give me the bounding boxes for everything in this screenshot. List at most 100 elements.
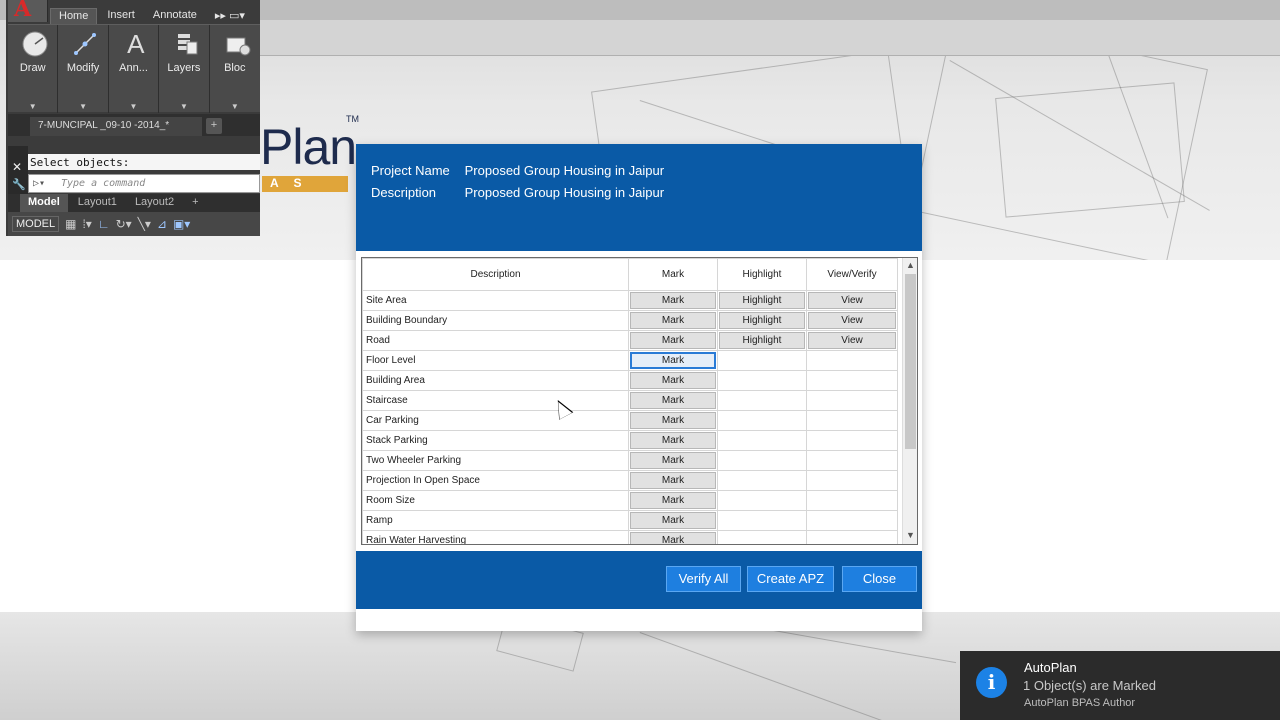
table-row: Room Size Mark (362, 490, 898, 511)
document-tab[interactable]: 7-MUNCIPAL _09-10 -2014_* (30, 117, 202, 136)
view-cell (806, 430, 898, 451)
command-input[interactable]: ▷▾ Type a command (28, 174, 260, 193)
tab-layout2[interactable]: Layout2 (127, 194, 182, 212)
ribbon-layers[interactable]: Layers ▼ (159, 25, 210, 113)
selection-cycling-icon[interactable]: ▣▾ (173, 217, 190, 231)
mark-cell: Mark (628, 490, 718, 511)
toast-notification[interactable]: i AutoPlan 1 Object(s) are Marked AutoPl… (960, 651, 1280, 720)
ribbon-modify-label: Modify (66, 62, 100, 74)
create-apz-button[interactable]: Create APZ (747, 566, 834, 592)
autocad-app-button[interactable]: A (8, 0, 48, 22)
status-bar: MODEL ▦ ⁞▾ ∟ ↻▾ ╲▾ ⊿ ▣▾ (8, 212, 260, 236)
highlight-button[interactable]: Highlight (719, 332, 805, 349)
tab-home[interactable]: Home (50, 8, 98, 24)
draw-icon (20, 29, 50, 59)
table-row: Car Parking Mark (362, 410, 898, 431)
mark-button[interactable]: Mark (630, 352, 716, 369)
mark-button[interactable]: Mark (630, 392, 716, 409)
view-cell: View (806, 310, 898, 331)
model-space-button[interactable]: MODEL (12, 216, 60, 232)
mark-button[interactable]: Mark (630, 372, 716, 389)
table-row: Site Area Mark Highlight View (362, 290, 898, 311)
mark-button[interactable]: Mark (630, 472, 716, 489)
scrollbar-thumb[interactable] (905, 274, 916, 449)
add-layout-icon[interactable]: + (184, 194, 206, 212)
ribbon-annotation-label: Ann... (119, 62, 148, 74)
view-button[interactable]: View (808, 332, 896, 349)
mark-button[interactable]: Mark (630, 412, 716, 429)
autoplan-logo-text: Plan (260, 119, 357, 175)
close-button[interactable]: Close (842, 566, 917, 592)
ribbon-draw[interactable]: Draw ▼ (8, 25, 59, 113)
chevron-down-icon[interactable]: ▼ (8, 102, 57, 111)
table-row: Building Boundary Mark Highlight View (362, 310, 898, 331)
osnap-icon[interactable]: ╲▾ (138, 217, 151, 231)
ribbon-annotation[interactable]: A Ann... ▼ (109, 25, 160, 113)
tab-layout1[interactable]: Layout1 (70, 194, 125, 212)
highlight-cell (717, 350, 807, 371)
scroll-up-icon[interactable]: ▲ (906, 260, 915, 270)
info-icon: i (976, 667, 1007, 698)
layout-tabs: Model Layout1 Layout2 + (8, 194, 260, 212)
ribbon-tabs: Home Insert Annotate ▸▸ ▭▾ (50, 8, 253, 24)
ribbon-layers-label: Layers (167, 62, 201, 74)
table-row: Rain Water Harvesting Mark (362, 530, 898, 544)
wrench-icon[interactable]: 🔧 (12, 178, 26, 191)
row-description: Room Size (362, 490, 629, 511)
mark-button[interactable]: Mark (630, 432, 716, 449)
chevron-down-icon[interactable]: ▼ (210, 102, 260, 111)
mark-button[interactable]: Mark (630, 452, 716, 469)
ribbon-modify[interactable]: Modify ▼ (58, 25, 109, 113)
mark-cell: Mark (628, 430, 718, 451)
mark-cell: Mark (628, 410, 718, 431)
close-icon[interactable]: ✕ (12, 160, 22, 174)
row-description: Projection In Open Space (362, 470, 629, 491)
mark-button[interactable]: Mark (630, 492, 716, 509)
highlight-button[interactable]: Highlight (719, 312, 805, 329)
view-button[interactable]: View (808, 312, 896, 329)
command-prompt-icon[interactable]: ▷▾ (33, 178, 45, 189)
row-description: Site Area (362, 290, 629, 311)
ortho-icon[interactable]: ∟ (98, 217, 110, 231)
grid-icon[interactable]: ▦ (65, 217, 76, 231)
more-tabs-icon[interactable]: ▸▸ ▭▾ (207, 8, 253, 24)
mark-button[interactable]: Mark (630, 532, 716, 544)
row-description: Car Parking (362, 410, 629, 431)
vertical-scrollbar[interactable]: ▲ ▼ (902, 258, 917, 544)
view-cell: View (806, 290, 898, 311)
table-row: Projection In Open Space Mark (362, 470, 898, 491)
mark-button[interactable]: Mark (630, 312, 716, 329)
mark-button[interactable]: Mark (630, 512, 716, 529)
tab-insert[interactable]: Insert (99, 8, 143, 24)
view-cell (806, 530, 898, 544)
chevron-down-icon[interactable]: ▼ (109, 102, 158, 111)
table-row: Ramp Mark (362, 510, 898, 531)
table-row: Staircase Mark (362, 390, 898, 411)
chevron-down-icon[interactable]: ▼ (58, 102, 107, 111)
new-tab-icon[interactable]: + (206, 118, 222, 134)
layers-icon (171, 29, 201, 59)
row-description: Staircase (362, 390, 629, 411)
highlight-cell (717, 530, 807, 544)
table-row: Road Mark Highlight View (362, 330, 898, 351)
command-line-handle[interactable]: ✕ 🔧 (8, 146, 28, 194)
highlight-cell: Highlight (717, 310, 807, 331)
chevron-down-icon[interactable]: ▼ (159, 102, 208, 111)
mark-button[interactable]: Mark (630, 332, 716, 349)
highlight-button[interactable]: Highlight (719, 292, 805, 309)
verify-all-button[interactable]: Verify All (666, 566, 741, 592)
dynamic-input-icon[interactable]: ⊿ (157, 217, 167, 231)
ribbon-block[interactable]: Bloc ▼ (210, 25, 260, 113)
polar-icon[interactable]: ↻▾ (116, 217, 132, 231)
tab-annotate[interactable]: Annotate (145, 8, 205, 24)
tab-model[interactable]: Model (20, 194, 68, 212)
scroll-down-icon[interactable]: ▼ (906, 530, 915, 540)
trademark-symbol: TM (346, 114, 359, 124)
snap-icon[interactable]: ⁞▾ (82, 217, 91, 231)
row-description: Building Area (362, 370, 629, 391)
mark-button[interactable]: Mark (630, 292, 716, 309)
mark-cell: Mark (628, 470, 718, 491)
table-row: Two Wheeler Parking Mark (362, 450, 898, 471)
view-button[interactable]: View (808, 292, 896, 309)
marking-table: Description Mark Highlight View/Verify S… (362, 258, 898, 544)
